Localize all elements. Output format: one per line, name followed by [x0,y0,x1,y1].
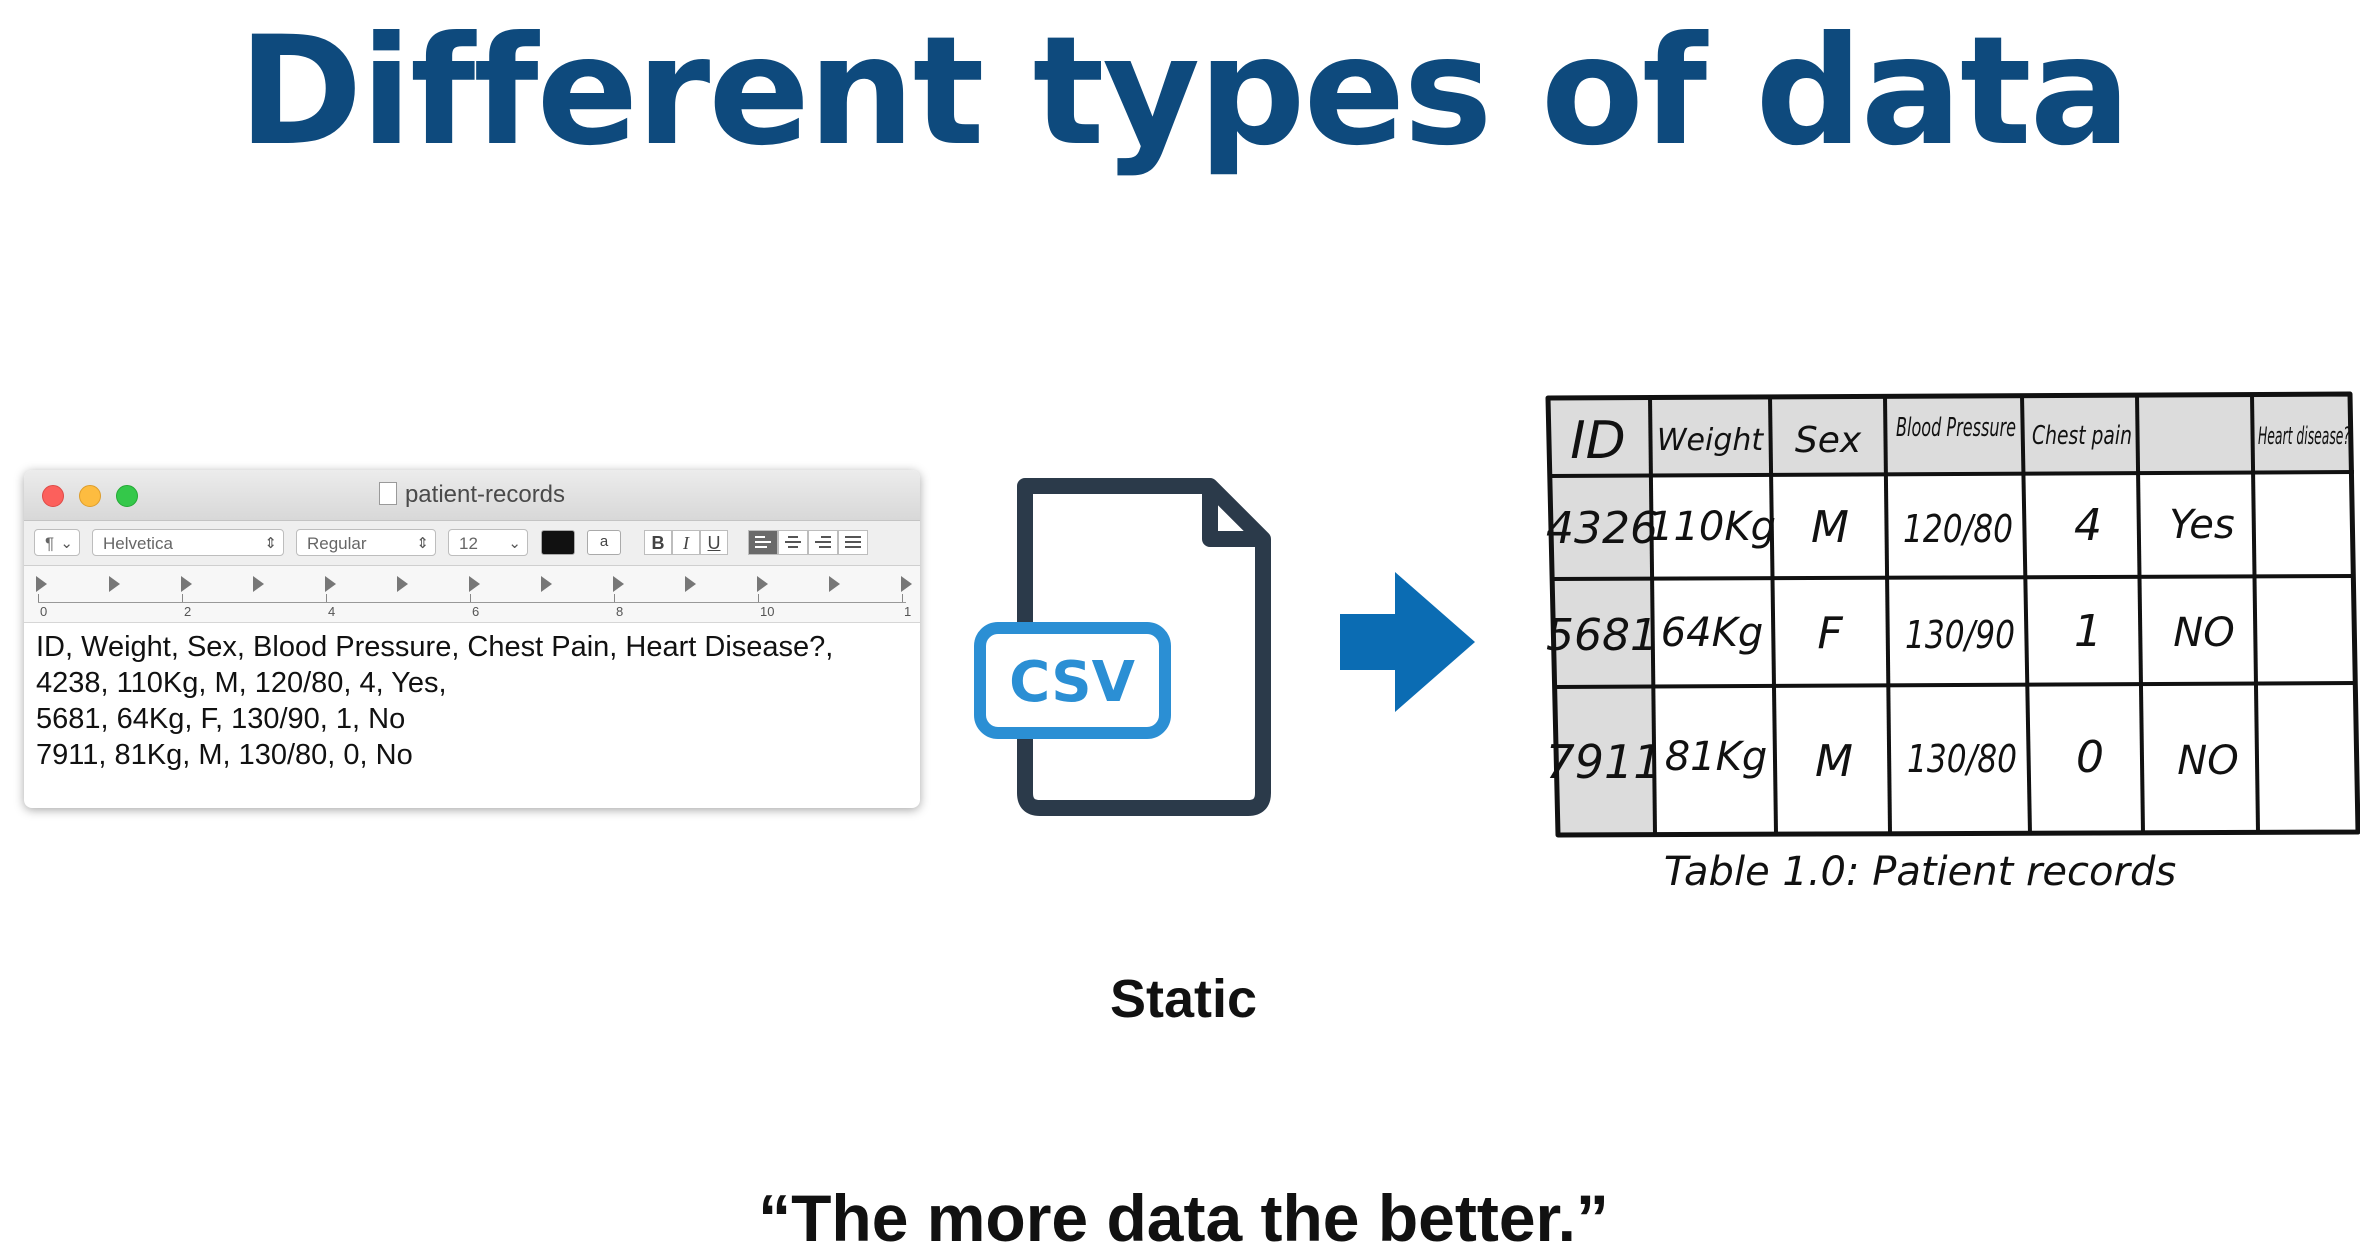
tab-stop-marker[interactable] [829,576,840,592]
table-cell: 0 [2076,732,2104,783]
tab-stop-marker[interactable] [613,576,624,592]
csv-label: CSV [1009,650,1135,715]
paragraph-icon: ¶ [45,534,55,553]
table-cell: 130/80 [1907,737,2017,781]
ruler-label: 1 [904,604,912,619]
align-left-button[interactable] [748,530,778,555]
ruler-label: 0 [40,604,48,619]
textedit-window[interactable]: patient-records ¶ ⌄ Helvetica ⇕ Regular ⇕ 1… [24,470,920,808]
tab-stop-marker[interactable] [109,576,120,592]
align-right-button[interactable] [808,530,838,555]
table-cell: 110Kg [1648,504,1776,550]
table-cell: M [1811,502,1849,553]
table-cell: NO [2173,610,2234,656]
font-family-value: Helvetica [103,534,173,553]
table-cell: 130/90 [1905,613,2015,657]
arrow-right-icon [1340,572,1475,712]
table-header: Sex [1795,420,1862,461]
table-caption: Table 1.0: Patient records [1664,849,2176,895]
table-cell: 5681 [1546,610,1658,661]
table-header: ID [1570,411,1625,471]
no-color-icon: a [599,533,609,550]
quote-text: “The more data the better.” [758,1181,1609,1255]
chevron-down-icon: ⌄ [508,535,521,552]
ruler-label: 6 [472,604,480,619]
updown-chevron-icon: ⇕ [264,535,277,552]
updown-chevron-icon: ⇕ [416,535,429,552]
table-cell: M [1815,736,1853,787]
window-title: patient-records [24,481,920,509]
text-line: 4238, 110Kg, M, 120/80, 4, Yes, [36,667,447,699]
ruler-label: 2 [184,604,192,619]
tab-stop-marker[interactable] [901,576,912,592]
table-cell: 64Kg [1661,610,1764,656]
text-color-swatch[interactable] [541,530,575,555]
table-cell: 120/80 [1903,507,2013,551]
ruler-label: 4 [328,604,336,619]
ruler[interactable]: 0 2 4 6 8 10 1 [24,566,920,623]
table-cell: Yes [2169,502,2235,548]
slide-title: Different types of data [238,5,2131,179]
tab-stop-marker[interactable] [397,576,408,592]
table-header: Heart disease? [2258,422,2350,450]
tab-stop-marker[interactable] [541,576,552,592]
table-cell: 4 [2074,500,2102,551]
text-line: ID, Weight, Sex, Blood Pressure, Chest P… [36,631,834,663]
chevron-down-icon: ⌄ [60,535,73,552]
document-text-area[interactable]: ID, Weight, Sex, Blood Pressure, Chest P… [24,623,920,779]
tab-stop-marker[interactable] [253,576,264,592]
table-header: Blood Pressure [1896,413,2016,443]
tab-stop-marker[interactable] [757,576,768,592]
document-icon [378,482,397,505]
table-cell: NO [2177,738,2238,784]
justify-button[interactable] [838,530,868,555]
table-header: Chest pain [2032,421,2132,451]
static-label: Static [1109,969,1258,1029]
font-size-value: 12 [459,534,478,553]
ruler-label: 10 [760,604,775,619]
ruler-label: 8 [616,604,624,619]
window-title-text: patient-records [404,481,566,508]
font-family-select[interactable]: Helvetica ⇕ [92,529,284,556]
tab-stop-marker[interactable] [181,576,192,592]
tab-stop-marker[interactable] [325,576,336,592]
paragraph-style-dropdown[interactable]: ¶ ⌄ [34,529,80,556]
table-cell: F [1817,608,1843,659]
font-style-value: Regular [307,534,367,553]
hand-drawn-table: ID Weight Sex Blood Pressure Chest pain … [1545,391,2360,895]
table-cell: 1 [2074,606,2102,657]
background-color-swatch[interactable]: a [587,530,621,555]
csv-file-icon: CSV [974,478,1271,816]
format-toolbar: ¶ ⌄ Helvetica ⇕ Regular ⇕ 12 ⌄ a B I U [24,521,920,566]
text-line: 5681, 64Kg, F, 130/90, 1, No [36,703,406,735]
table-cell: 81Kg [1665,734,1768,780]
tab-stop-marker[interactable] [685,576,696,592]
font-style-select[interactable]: Regular ⇕ [296,529,436,556]
align-center-button[interactable] [778,530,808,555]
font-size-select[interactable]: 12 ⌄ [448,529,528,556]
bold-button[interactable]: B [644,530,672,555]
window-titlebar[interactable]: patient-records [24,470,920,521]
tab-stop-marker[interactable] [469,576,480,592]
italic-button[interactable]: I [672,530,700,555]
underline-button[interactable]: U [700,530,728,555]
table-cell: 4326 [1546,503,1658,554]
table-cell: 7911 [1545,735,1662,789]
table-header: Weight [1657,423,1765,458]
tab-stop-marker[interactable] [36,576,47,592]
text-line: 7911, 81Kg, M, 130/80, 0, No [36,739,413,771]
